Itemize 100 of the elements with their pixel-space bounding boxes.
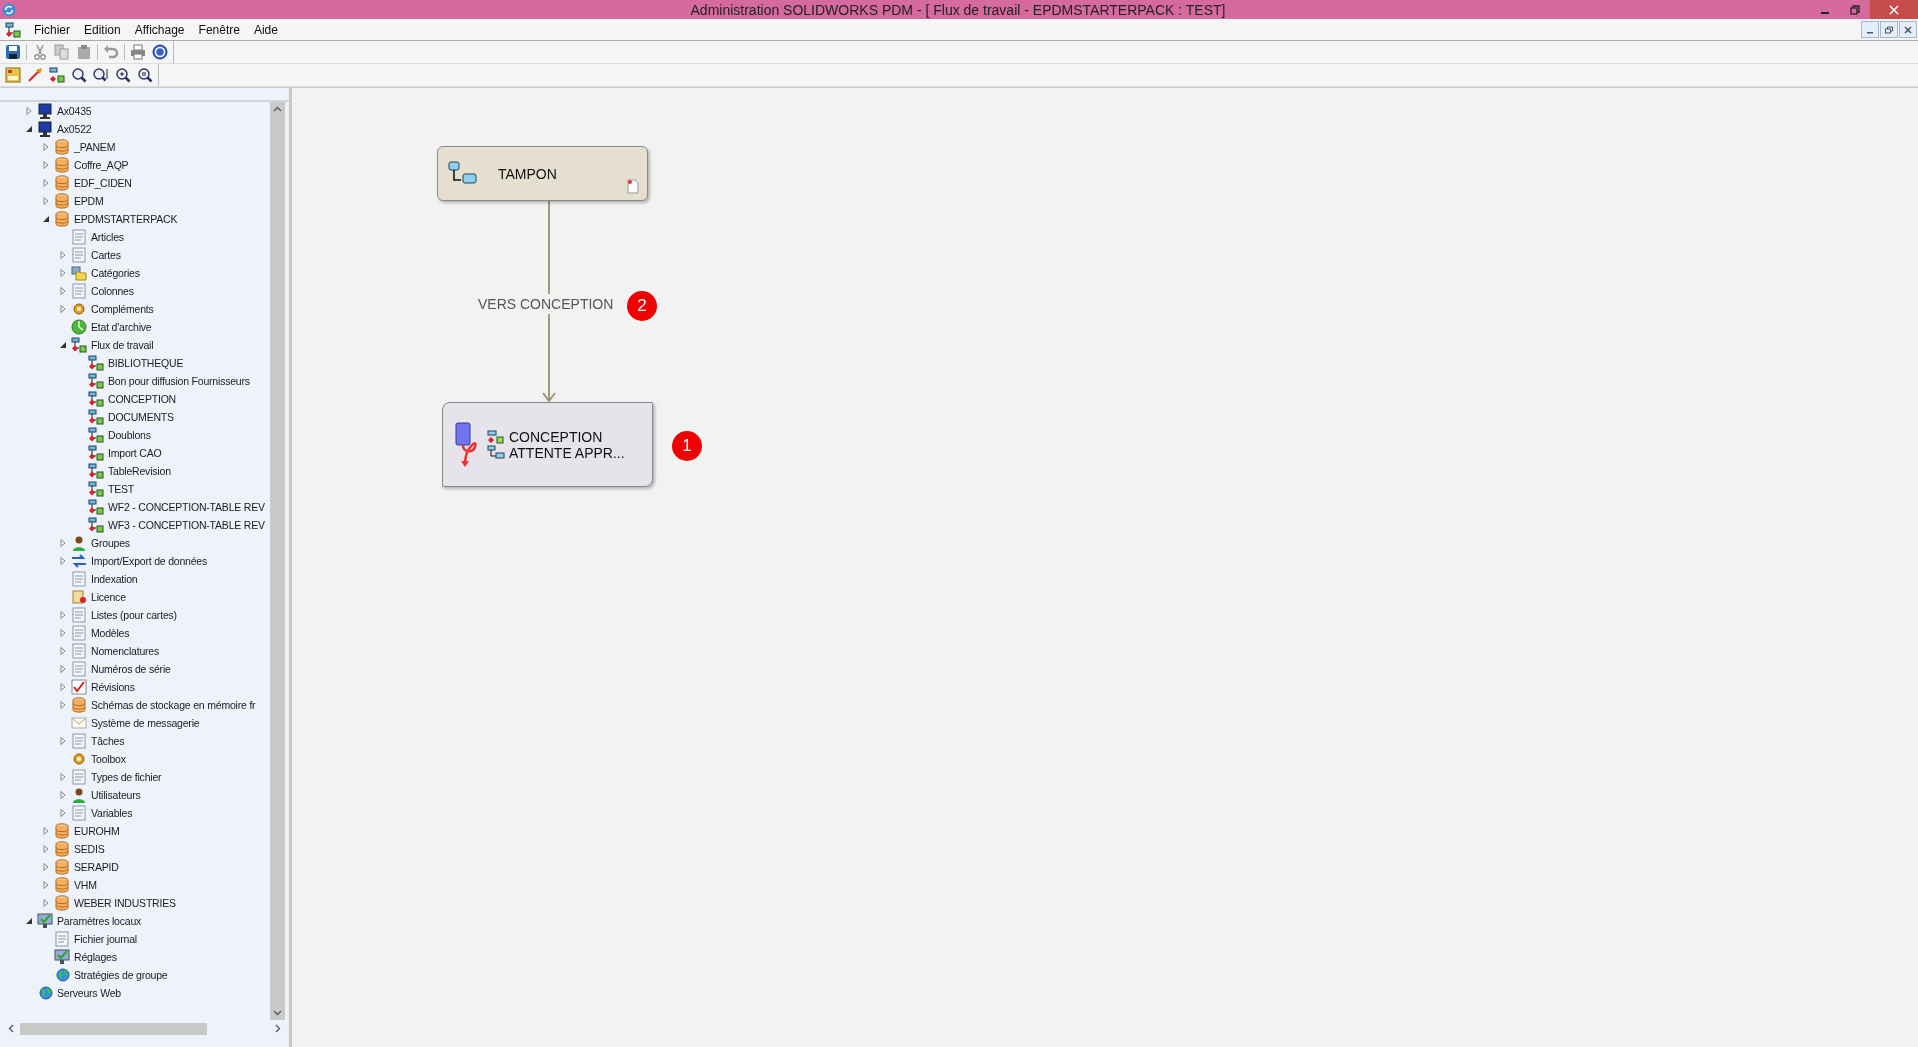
tree-item[interactable]: EPDMSTARTERPACK <box>74 213 178 225</box>
save-icon[interactable] <box>4 43 22 61</box>
tree-item[interactable]: Bon pour diffusion Fournisseurs <box>108 375 250 387</box>
menu-item[interactable]: Aide <box>246 20 285 39</box>
expand-arrow-icon[interactable] <box>59 665 67 673</box>
tree-item[interactable]: Etat d'archive <box>91 321 152 333</box>
tree-item[interactable]: Import/Export de données <box>91 555 208 567</box>
expand-arrow-icon[interactable] <box>59 539 67 547</box>
expand-arrow-icon[interactable] <box>59 791 67 799</box>
undo-icon[interactable] <box>102 43 120 61</box>
collapse-arrow-icon[interactable] <box>42 215 50 223</box>
tree-item[interactable]: Cartes <box>91 249 121 261</box>
tree-item[interactable]: EDF_CIDEN <box>74 177 132 189</box>
workflow-icon[interactable] <box>48 66 66 84</box>
tree-item[interactable]: Variables <box>91 807 133 819</box>
tree-item[interactable]: Licence <box>91 591 126 603</box>
scroll-down-icon[interactable] <box>273 1010 282 1016</box>
tree-item[interactable]: Doublons <box>108 429 151 441</box>
expand-arrow-icon[interactable] <box>59 737 67 745</box>
tree-item[interactable]: TEST <box>108 483 135 495</box>
expand-arrow-icon[interactable] <box>59 287 67 295</box>
zoom-in-icon[interactable] <box>114 66 132 84</box>
tree-item[interactable]: Types de fichier <box>91 771 162 783</box>
close-button[interactable] <box>1899 21 1917 38</box>
tree-item[interactable]: SERAPID <box>74 861 119 873</box>
tree-item[interactable]: BIBLIOTHEQUE <box>108 357 184 369</box>
expand-arrow-icon[interactable] <box>25 107 33 115</box>
expand-arrow-icon[interactable] <box>59 773 67 781</box>
scissors-icon[interactable] <box>31 43 49 61</box>
tree-item[interactable]: Tâches <box>91 735 125 747</box>
expand-arrow-icon[interactable] <box>42 827 50 835</box>
grid-icon[interactable] <box>4 66 22 84</box>
tree-item[interactable]: Paramètres locaux <box>57 915 142 927</box>
tree-item[interactable]: WEBER INDUSTRIES <box>74 897 176 909</box>
expand-arrow-icon[interactable] <box>42 845 50 853</box>
tree-item[interactable]: Fichier journal <box>74 933 137 945</box>
expand-arrow-icon[interactable] <box>59 629 67 637</box>
tree-item[interactable]: WF3 - CONCEPTION-TABLE REV <box>108 519 265 531</box>
expand-arrow-icon[interactable] <box>59 701 67 709</box>
scroll-up-icon[interactable] <box>273 106 282 112</box>
paste-icon[interactable] <box>75 43 93 61</box>
expand-arrow-icon[interactable] <box>59 251 67 259</box>
expand-arrow-icon[interactable] <box>59 683 67 691</box>
tree-item[interactable]: Système de messagerie <box>91 717 200 729</box>
tree-item[interactable]: Ax0522 <box>57 123 92 135</box>
zoom-icon[interactable] <box>70 66 88 84</box>
tree-item[interactable]: DOCUMENTS <box>108 411 174 423</box>
menu-item[interactable]: Fenêtre <box>191 20 247 39</box>
tree-item[interactable]: Articles <box>91 231 124 243</box>
tree-item[interactable]: EPDM <box>74 195 104 207</box>
expand-arrow-icon[interactable] <box>59 611 67 619</box>
menu-item[interactable]: Fichier <box>27 20 77 39</box>
tree-item[interactable]: Stratégies de groupe <box>74 969 168 981</box>
tree-item[interactable]: CONCEPTION <box>108 393 176 405</box>
expand-arrow-icon[interactable] <box>42 899 50 907</box>
collapse-arrow-icon[interactable] <box>25 125 33 133</box>
expand-arrow-icon[interactable] <box>42 161 50 169</box>
tree-item[interactable]: Modèles <box>91 627 130 639</box>
tree-item[interactable]: Groupes <box>91 537 130 549</box>
printer-icon[interactable] <box>129 43 147 61</box>
tree-item[interactable]: Réglages <box>74 951 117 963</box>
tree-item[interactable]: Serveurs Web <box>57 987 121 999</box>
tree-item[interactable]: Nomenclatures <box>91 645 159 657</box>
tree-item[interactable]: Schémas de stockage en mémoire fr <box>91 699 256 711</box>
expand-arrow-icon[interactable] <box>59 269 67 277</box>
zoom-out-icon[interactable] <box>136 66 154 84</box>
restore-button[interactable] <box>1880 21 1898 38</box>
tree-item[interactable]: EUROHM <box>74 825 120 837</box>
tree-item[interactable]: WF2 - CONCEPTION-TABLE REV <box>108 501 265 513</box>
tree-item[interactable]: TableRevision <box>108 465 171 477</box>
vertical-scrollbar[interactable] <box>270 102 285 1020</box>
tree-item[interactable]: Révisions <box>91 681 135 693</box>
scroll-left-icon[interactable] <box>8 1024 14 1033</box>
tree-item[interactable]: Toolbox <box>91 753 126 765</box>
workflow-link-node[interactable]: TAMPON <box>437 146 648 201</box>
tree-item[interactable]: Colonnes <box>91 285 134 297</box>
tree-item[interactable]: Import CAO <box>108 447 162 459</box>
menu-item[interactable]: Affichage <box>127 20 192 39</box>
tree-item[interactable]: SEDIS <box>74 843 105 855</box>
tree-item[interactable]: Flux de travail <box>91 339 154 351</box>
tree-item[interactable]: Coffre_AQP <box>74 159 129 171</box>
expand-arrow-icon[interactable] <box>59 557 67 565</box>
expand-arrow-icon[interactable] <box>59 647 67 655</box>
tree-item[interactable]: Utilisateurs <box>91 789 141 801</box>
expand-arrow-icon[interactable] <box>42 143 50 151</box>
expand-arrow-icon[interactable] <box>59 305 67 313</box>
tree-item[interactable]: Compléments <box>91 303 154 315</box>
expand-arrow-icon[interactable] <box>42 863 50 871</box>
tree-item[interactable]: Catégories <box>91 267 140 279</box>
tree-item[interactable]: Ax0435 <box>57 105 92 117</box>
tree-item[interactable]: VHM <box>74 879 97 891</box>
arrow-icon[interactable] <box>26 66 44 84</box>
menu-item[interactable]: Edition <box>77 20 128 39</box>
state-node[interactable]: CONCEPTION ATTENTE APPR... <box>442 402 653 487</box>
copy-icon[interactable] <box>53 43 71 61</box>
expand-arrow-icon[interactable] <box>59 809 67 817</box>
collapse-arrow-icon[interactable] <box>59 341 67 349</box>
collapse-arrow-icon[interactable] <box>25 917 33 925</box>
expand-arrow-icon[interactable] <box>42 179 50 187</box>
tree-item[interactable]: Indexation <box>91 573 138 585</box>
